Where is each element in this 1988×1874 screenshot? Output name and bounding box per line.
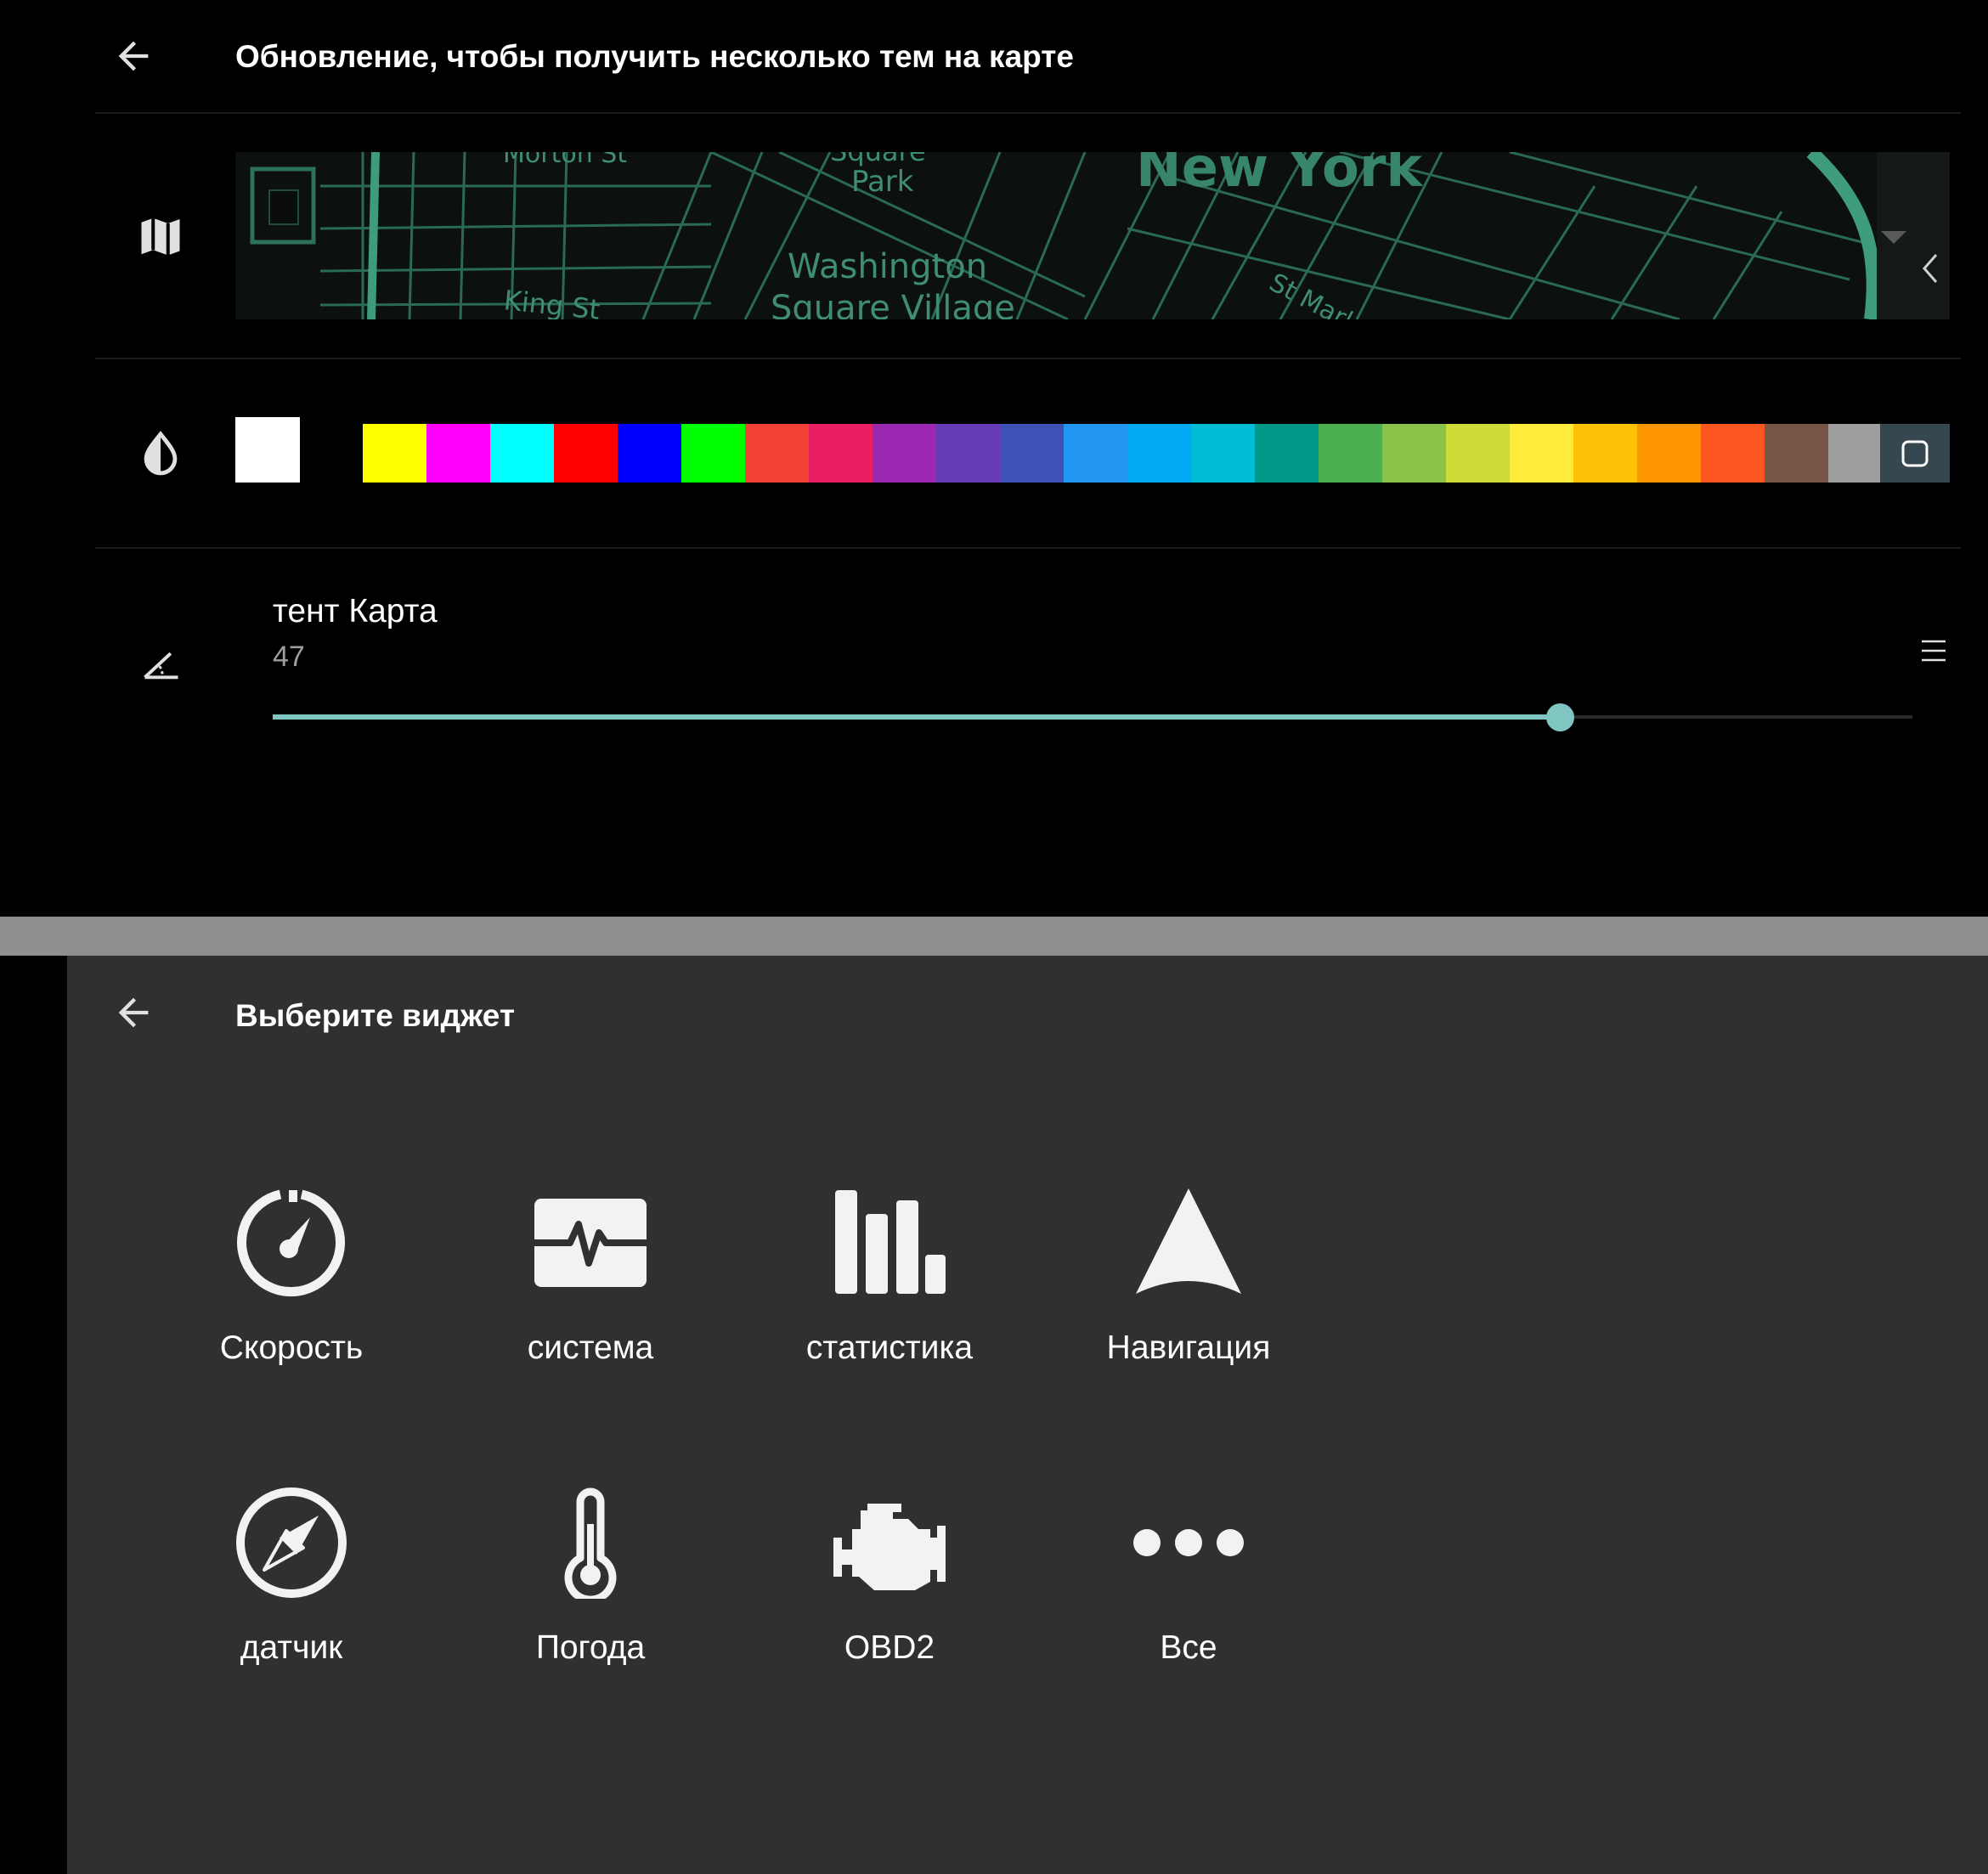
widget-navigation[interactable]: Навигация <box>1061 1187 1316 1416</box>
dropdown-triangle-icon <box>1881 231 1906 244</box>
color-swatch-16[interactable] <box>1319 424 1382 483</box>
panel-separator <box>0 917 1988 956</box>
widget-label: OBD2 <box>844 1629 935 1666</box>
widget-label: Все <box>1160 1629 1217 1666</box>
map-theme-settings-panel: Обновление, чтобы получить несколько тем… <box>0 0 1988 917</box>
color-swatch-20[interactable] <box>1573 424 1637 483</box>
divider <box>95 358 1961 359</box>
arrow-left-icon <box>118 41 149 71</box>
angle-icon <box>136 637 187 688</box>
widget-obd2[interactable]: OBD2 <box>762 1487 1017 1716</box>
color-swatch-6[interactable] <box>681 424 745 483</box>
color-swatch-22[interactable] <box>1701 424 1765 483</box>
color-palette <box>363 424 1950 483</box>
widget-label: Навигация <box>1106 1329 1271 1366</box>
map-theme-preview[interactable]: New York Square Park Washington Square V… <box>235 152 1950 319</box>
arrow-left-icon <box>118 997 149 1028</box>
slider-thumb[interactable] <box>1546 703 1574 731</box>
color-swatch-7[interactable] <box>745 424 809 483</box>
custom-color-button[interactable] <box>1880 424 1950 483</box>
drag-handle-button[interactable] <box>1912 629 1956 673</box>
color-swatch-1[interactable] <box>363 424 426 483</box>
map-label-washington: Washington <box>788 247 987 286</box>
color-swatch-5[interactable] <box>618 424 681 483</box>
widget-label: система <box>527 1329 654 1366</box>
color-swatch-10[interactable] <box>936 424 1000 483</box>
widget-system[interactable]: система <box>463 1187 718 1416</box>
widget-sensor[interactable]: датчик <box>164 1487 419 1716</box>
map-tilt-slider[interactable] <box>273 700 1912 734</box>
back-button[interactable] <box>99 979 167 1047</box>
widget-picker-panel: Выберите виджет Скорость система статист… <box>67 956 1988 1874</box>
divider <box>95 112 1961 114</box>
map-icon <box>132 207 189 265</box>
widget-label: датчик <box>240 1629 343 1666</box>
widget-weather[interactable]: Погода <box>463 1487 718 1716</box>
map-tilt-value: 47 <box>273 641 305 673</box>
widget-label: статистика <box>805 1329 974 1366</box>
widget-label: Погода <box>535 1629 646 1666</box>
color-swatch-9[interactable] <box>873 424 936 483</box>
map-theme-dropdown[interactable] <box>1877 152 1950 319</box>
thermometer-icon <box>534 1487 647 1599</box>
color-swatch-8[interactable] <box>809 424 873 483</box>
square-outline-icon <box>1901 440 1929 466</box>
map-tilt-title: тент Карта <box>273 593 438 629</box>
color-swatch-4[interactable] <box>554 424 618 483</box>
page-title: Обновление, чтобы получить несколько тем… <box>235 39 1074 74</box>
navigation-arrow-icon <box>1132 1187 1245 1299</box>
color-swatch-17[interactable] <box>1382 424 1446 483</box>
map-label-park: Park <box>851 165 914 199</box>
selected-color-swatch[interactable] <box>235 417 300 483</box>
opacity-drop-icon <box>132 425 189 483</box>
widget-speed[interactable]: Скорость <box>164 1187 419 1416</box>
widget-statistics[interactable]: статистика <box>762 1187 1017 1416</box>
map-label-morton-st: Morton St <box>503 152 627 169</box>
color-swatch-11[interactable] <box>1000 424 1064 483</box>
divider <box>95 547 1961 549</box>
bar-chart-icon <box>833 1187 946 1299</box>
left-edge-strip <box>0 956 67 1874</box>
color-swatch-3[interactable] <box>490 424 554 483</box>
hamburger-icon <box>1922 640 1946 662</box>
widget-label: Скорость <box>219 1329 364 1366</box>
color-swatch-2[interactable] <box>426 424 490 483</box>
color-swatch-19[interactable] <box>1510 424 1573 483</box>
heartbeat-monitor-icon <box>534 1187 647 1299</box>
chevron-left-icon <box>1923 254 1938 283</box>
map-label-new-york: New York <box>1136 152 1423 200</box>
more-dots-icon <box>1132 1487 1245 1599</box>
slider-fill <box>273 714 1560 720</box>
page-title: Выберите виджет <box>235 998 516 1033</box>
color-swatch-15[interactable] <box>1255 424 1319 483</box>
map-label-square-village: Square Village <box>771 289 1015 319</box>
compass-icon <box>235 1487 347 1599</box>
color-swatch-12[interactable] <box>1064 424 1127 483</box>
color-swatch-13[interactable] <box>1127 424 1191 483</box>
color-swatch-14[interactable] <box>1191 424 1255 483</box>
color-swatch-18[interactable] <box>1446 424 1510 483</box>
color-swatch-23[interactable] <box>1765 424 1828 483</box>
widget-all[interactable]: Все <box>1061 1487 1316 1716</box>
speedometer-icon <box>235 1187 347 1299</box>
back-button[interactable] <box>99 22 167 90</box>
engine-icon <box>833 1487 946 1599</box>
color-swatch-21[interactable] <box>1637 424 1701 483</box>
